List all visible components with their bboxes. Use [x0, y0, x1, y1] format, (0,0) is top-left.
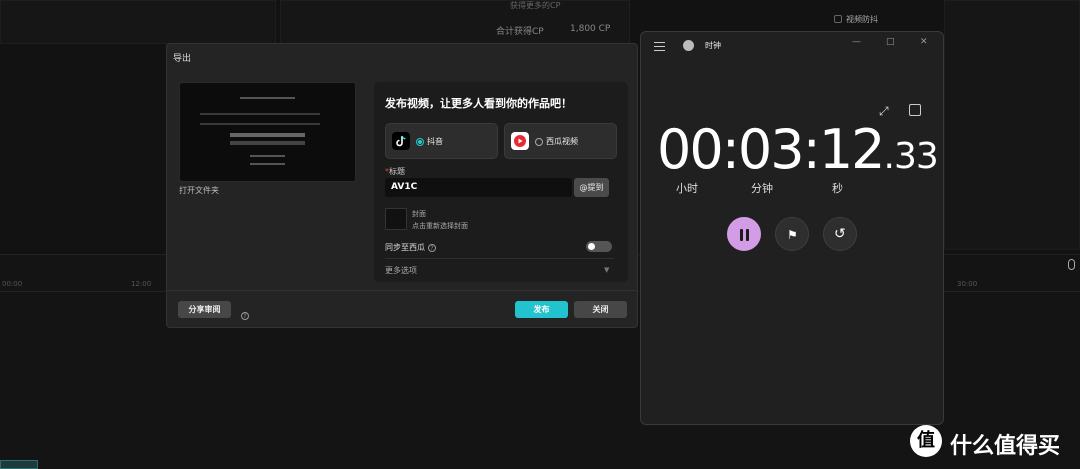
watermark-text: 什么值得买	[950, 434, 1061, 459]
export-preview-thumbnail	[179, 82, 356, 182]
timeline-tick-start: 00:00	[2, 280, 23, 288]
timeline-tick-mid: 12:00	[131, 280, 152, 288]
keep-on-top-icon[interactable]	[909, 104, 921, 116]
title-label-text: 标题	[389, 167, 405, 176]
microphone-icon[interactable]	[1068, 259, 1075, 270]
chevron-down-icon[interactable]: ▼	[604, 266, 609, 274]
share-review-button[interactable]: 分享审阅	[178, 301, 231, 318]
publish-button[interactable]: 发布	[515, 301, 568, 318]
toggle-knob	[588, 243, 595, 250]
sync-label: 同步至西瓜?	[385, 242, 436, 253]
pause-icon	[740, 229, 750, 241]
footer-divider	[167, 290, 637, 291]
cover-label: 封面	[412, 210, 426, 218]
stabilize-checkbox[interactable]	[834, 15, 842, 23]
sync-label-text: 同步至西瓜	[385, 243, 425, 252]
reset-button[interactable]: ↺	[823, 217, 857, 251]
export-dialog: 导出 打开文件夹 发布视频，让更多人看到你的作品吧！ 抖音 西瓜视频 *标题 A…	[166, 43, 638, 328]
close-window-button[interactable]: ✕	[920, 37, 928, 47]
clock-window: 时钟 — □ ✕ ⤢ 00:03:12.33 小时 分钟 秒 ⚑ ↺	[640, 31, 944, 425]
open-folder-link[interactable]: 打开文件夹	[179, 185, 219, 196]
clock-app-icon	[683, 40, 694, 51]
cover-hint[interactable]: 点击重新选择封面	[412, 221, 468, 231]
help-icon-footer[interactable]: ?	[238, 305, 249, 324]
cover-thumbnail[interactable]	[385, 208, 407, 230]
minimize-button[interactable]: —	[852, 37, 861, 47]
platform-name-xigua: 西瓜视频	[546, 137, 578, 146]
unit-minutes: 分钟	[751, 182, 773, 195]
watermark-logo: 值	[910, 425, 942, 457]
timeline-clip[interactable]	[0, 460, 38, 469]
publish-panel: 发布视频，让更多人看到你的作品吧！ 抖音 西瓜视频 *标题 AV1C @提到 封…	[374, 82, 628, 282]
platform-option-douyin[interactable]: 抖音	[385, 123, 498, 159]
more-options[interactable]: 更多选项	[385, 265, 417, 276]
maximize-button[interactable]: □	[886, 37, 895, 47]
expand-icon[interactable]: ⤢	[879, 104, 889, 119]
sync-toggle[interactable]	[586, 241, 612, 252]
publish-heading: 发布视频，让更多人看到你的作品吧！	[385, 97, 572, 110]
flag-icon: ⚑	[787, 228, 798, 242]
stabilize-label: 视频防抖	[846, 15, 878, 24]
platform-option-xigua[interactable]: 西瓜视频	[504, 123, 617, 159]
douyin-radio[interactable]	[416, 138, 424, 146]
pause-button[interactable]	[727, 217, 761, 251]
mention-button[interactable]: @提到	[574, 178, 609, 197]
right-panel	[944, 0, 1080, 250]
stopwatch-display: 00:03:12.33	[657, 118, 939, 181]
help-icon[interactable]: ?	[428, 243, 436, 252]
cp-label: 合计获得CP	[496, 27, 544, 37]
xigua-logo-icon	[511, 132, 529, 150]
dialog-title: 导出	[173, 54, 192, 64]
xigua-radio[interactable]	[535, 138, 543, 146]
app-title: 时钟	[705, 41, 721, 50]
douyin-logo-icon	[392, 132, 410, 150]
platform-name-douyin: 抖音	[427, 137, 443, 146]
lap-button[interactable]: ⚑	[775, 217, 809, 251]
stopwatch-fraction: .33	[883, 136, 939, 177]
left-panel	[0, 0, 276, 44]
divider	[385, 258, 614, 259]
cp-value: 1,800 CP	[570, 24, 611, 34]
help-glyph: ?	[241, 311, 249, 320]
unit-hours: 小时	[676, 182, 698, 195]
reset-icon: ↺	[834, 226, 846, 242]
stopwatch-main: 00:03:12	[657, 118, 886, 181]
timeline-tick-end: 30:00	[957, 280, 978, 288]
title-input[interactable]: AV1C	[385, 178, 572, 197]
top-hint-text: 获得更多的CP	[510, 1, 561, 10]
preview-panel	[280, 0, 630, 44]
title-field-label: *标题	[385, 166, 405, 177]
unit-seconds: 秒	[832, 182, 843, 195]
hamburger-menu-icon[interactable]	[654, 42, 665, 54]
close-button[interactable]: 关闭	[574, 301, 627, 318]
